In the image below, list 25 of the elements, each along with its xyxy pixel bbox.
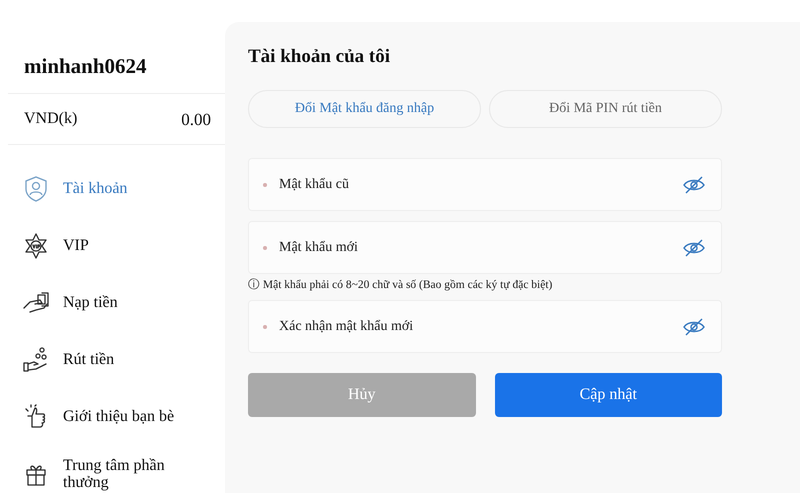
eye-slash-icon[interactable]	[683, 176, 705, 194]
sidebar-item[interactable]: VIP	[22, 217, 225, 274]
sidebar-item[interactable]: Tài khoản	[22, 160, 225, 217]
vip-star-icon	[23, 232, 49, 258]
shield-user-icon	[23, 174, 49, 202]
hint-text: ⓘ Mật khẩu phải có 8~20 chữ và số (Bao gồm các ký tự đặc biệt)	[248, 278, 554, 292]
primary-button[interactable]: Cập nhật	[494, 373, 722, 417]
password-field[interactable]: Xác nhận mật khẩu mới	[248, 300, 722, 353]
sidebar-item[interactable]: Rút tiền	[22, 331, 225, 388]
password-field[interactable]: Mật khẩu cũ	[248, 158, 722, 211]
balance-amount: 0.00	[181, 110, 211, 130]
eye-slash-icon[interactable]	[683, 238, 705, 256]
sidebar-item[interactable]: Nạp tiền	[22, 274, 225, 331]
password-field[interactable]: Mật khẩu mới	[248, 221, 722, 274]
currency-label: VND(k)	[24, 110, 78, 129]
password-input[interactable]: Mật khẩu cũ	[277, 159, 677, 210]
password-input[interactable]: Xác nhận mật khẩu mới	[277, 301, 677, 352]
tab[interactable]: Đổi Mã PIN rút tiền	[489, 90, 722, 128]
sidebar-item[interactable]: Trung tâm phần thưởng	[22, 445, 225, 493]
page-title: Tài khoản của tôi	[248, 46, 392, 68]
password-input[interactable]: Mật khẩu mới	[277, 222, 677, 273]
sidebar-item[interactable]: Giới thiệu bạn bè	[22, 388, 225, 445]
hand-card-icon	[22, 290, 50, 316]
tab[interactable]: Đổi Mật khẩu đăng nhập	[248, 90, 481, 128]
eye-slash-icon[interactable]	[683, 318, 705, 336]
